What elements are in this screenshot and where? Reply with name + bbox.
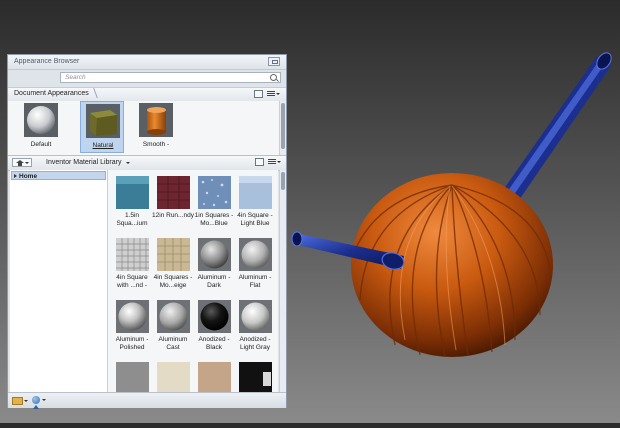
search-icon[interactable] — [270, 74, 277, 81]
library-name: Inventor Material Library — [46, 159, 122, 166]
sphere-cast-icon — [157, 300, 190, 333]
document-item-natural[interactable]: Natural — [80, 101, 124, 153]
sphere-black-icon — [198, 300, 231, 333]
document-item-smooth[interactable]: Smooth - — [134, 101, 178, 153]
browser-footer — [8, 392, 286, 408]
library-item-label: Anodized - Light Gray — [239, 336, 271, 351]
library-item-label: Aluminum - Dark — [197, 274, 231, 289]
library-item[interactable] — [235, 359, 275, 392]
block-gray-icon — [116, 362, 149, 392]
cube-light-blue-icon — [239, 176, 272, 209]
browser-titlebar[interactable]: Appearance Browser — [8, 55, 286, 70]
sphere-light-gray-icon — [239, 300, 272, 333]
search-row: Search — [8, 70, 286, 86]
sphere-dark-metal-icon — [198, 238, 231, 271]
library-dropdown[interactable]: Inventor Material Library — [43, 158, 132, 169]
library-item[interactable] — [194, 359, 234, 392]
library-item-label: Anodized - Black — [198, 336, 230, 351]
panel-toggle-icon[interactable] — [255, 158, 264, 166]
library-item-label: 4in Square - Light Blue — [237, 212, 273, 227]
home-button[interactable] — [12, 158, 32, 167]
library-item[interactable]: 1in Squares - Mo...Blue — [194, 173, 234, 235]
library-item-label: Aluminum - Flat — [238, 274, 272, 289]
appearance-browser: Appearance Browser Search Document Appea… — [7, 54, 287, 408]
document-item-label: Natural — [92, 142, 114, 149]
panel-toggle-icon[interactable] — [254, 90, 263, 98]
library-bar: Inventor Material Library — [8, 155, 286, 171]
library-item-label: Aluminum Cast — [158, 336, 188, 351]
home-icon — [16, 160, 24, 166]
library-grid: 1.5in Squa...ium 12in Run...ndy 1in Squa… — [108, 170, 278, 392]
cube-white-tile-icon — [116, 238, 149, 271]
view-options-icon[interactable] — [267, 90, 280, 98]
document-appearances-list: Default Natural Smooth - — [8, 101, 286, 155]
library-item[interactable] — [153, 359, 193, 392]
tree-node-home[interactable]: Home — [11, 171, 106, 180]
library-item-label: Aluminum - Polished — [115, 336, 149, 351]
sphere-polished-icon — [116, 300, 149, 333]
folder-icon[interactable] — [12, 397, 28, 405]
library-item[interactable] — [112, 359, 152, 392]
library-item-label: 4in Square with ...nd - — [116, 274, 148, 289]
library-item-label: 4in Squares - Mo...eige — [153, 274, 193, 289]
library-item[interactable]: Aluminum - Flat — [235, 235, 275, 297]
chevron-down-icon — [126, 162, 131, 166]
document-appearances-bar: Document Appearances — [8, 87, 286, 102]
library-item[interactable]: 4in Squares - Mo...eige — [153, 235, 193, 297]
library-item[interactable]: Anodized - Black — [194, 297, 234, 359]
library-item-label: 1.5in Squa...ium — [116, 212, 148, 227]
sphere-flat-metal-icon — [239, 238, 272, 271]
library-item[interactable]: 12in Run...ndy — [152, 173, 194, 235]
document-appearances-tab[interactable]: Document Appearances — [14, 90, 89, 97]
tree-node-label: Home — [19, 173, 38, 180]
pipe-upper-right[interactable] — [501, 50, 614, 203]
search-placeholder: Search — [65, 74, 86, 81]
document-item-label: Default — [30, 141, 52, 148]
library-item-label: 12in Run...ndy — [152, 212, 194, 219]
cube-speckled-blue-icon — [198, 176, 231, 209]
cube-olive-icon — [86, 104, 120, 138]
scroll-thumb[interactable] — [281, 172, 285, 190]
document-item-default[interactable]: Default — [19, 101, 63, 153]
browser-title: Appearance Browser — [14, 58, 80, 65]
restore-icon[interactable] — [268, 57, 280, 66]
library-item[interactable]: 1.5in Squa...ium — [112, 173, 152, 235]
search-input[interactable]: Search — [60, 72, 281, 83]
chevron-down-icon — [25, 162, 29, 166]
library-item[interactable]: Aluminum - Dark — [194, 235, 234, 297]
cube-beige-tile-icon — [157, 238, 190, 271]
cube-teal-icon — [116, 176, 149, 209]
library-item[interactable]: 4in Square - Light Blue — [235, 173, 275, 235]
library-item[interactable]: 4in Square with ...nd - — [112, 235, 152, 297]
library-item[interactable]: Aluminum Cast — [153, 297, 193, 359]
block-tan-icon — [198, 362, 231, 392]
library-tree: Home — [10, 170, 108, 392]
view-options-icon[interactable] — [268, 158, 281, 166]
block-black-icon — [239, 362, 272, 392]
panel-resize-handle[interactable] — [33, 405, 39, 409]
sphere-white-icon — [24, 103, 58, 137]
pumpkin-body[interactable] — [351, 173, 553, 358]
document-item-label: Smooth - — [142, 141, 170, 148]
globe-icon[interactable] — [32, 396, 46, 404]
library-item[interactable]: Aluminum - Polished — [112, 297, 152, 359]
cylinder-orange-icon — [139, 103, 173, 137]
scroll-thumb[interactable] — [281, 103, 285, 149]
cube-maroon-icon — [157, 176, 190, 209]
document-scrollbar[interactable] — [279, 101, 286, 155]
library-item-label: 1in Squares - Mo...Blue — [194, 212, 234, 227]
block-cream-icon — [157, 362, 190, 392]
library-scrollbar[interactable] — [279, 170, 286, 392]
library-item[interactable]: Anodized - Light Gray — [235, 297, 275, 359]
